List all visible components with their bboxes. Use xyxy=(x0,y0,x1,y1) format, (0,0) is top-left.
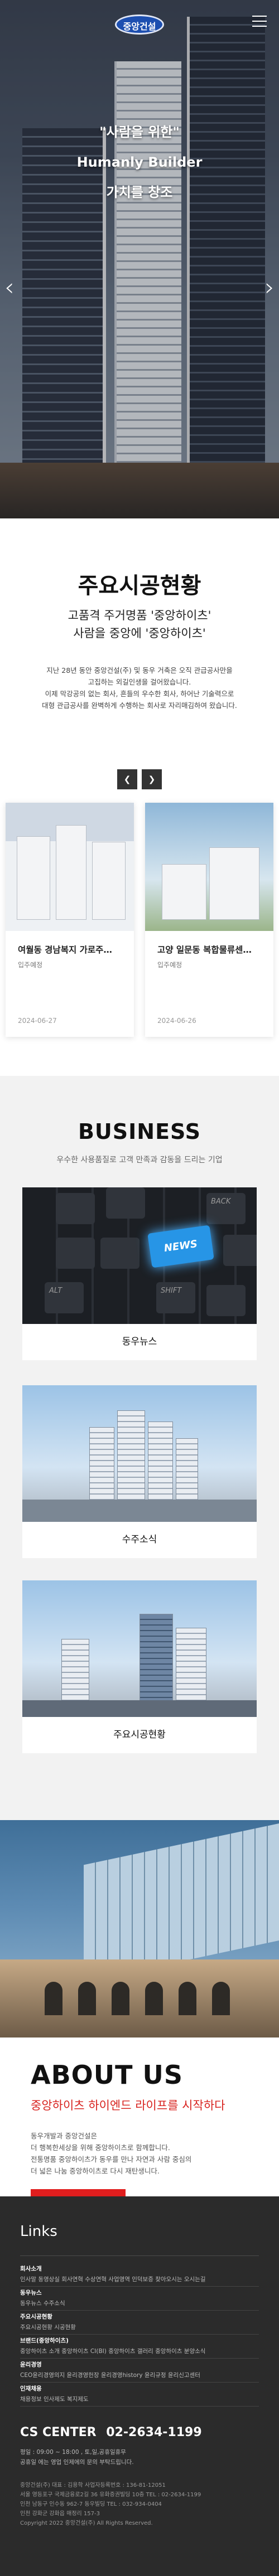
about-section: ABOUT US 중앙하이츠 하이엔드 라이프를 시작하다 동우개발과 중앙건설… xyxy=(0,2037,279,2215)
orders-towers-image xyxy=(22,1385,257,1522)
footer-link-heading[interactable]: 브랜드(중앙하이츠) xyxy=(20,2336,259,2346)
project-card[interactable]: 고양 일문동 복합물류센… 입주예정 2024-06-26 xyxy=(145,803,273,1037)
projects-subtitle: 고품격 주거명품 '중앙하이츠' 사람을 중앙에 '중앙하이츠' xyxy=(0,607,279,642)
copyright: Copyright 2022 중앙건설(주) All Rights Reserv… xyxy=(20,2520,153,2526)
footer-link-items[interactable]: 동우뉴스 수주소식 xyxy=(20,2298,259,2311)
projects-subtitle-line-1: 고품격 주거명품 '중앙하이츠' xyxy=(68,609,211,622)
logo-text: 중앙건설 xyxy=(123,21,156,32)
footer-link-heading[interactable]: 주요시공현황 xyxy=(20,2312,259,2322)
footer-link-items[interactable]: 채용정보 인사제도 복지제도 xyxy=(20,2394,259,2407)
project-card[interactable]: 여월동 경남복지 가로주… 입주예정 2024-06-27 xyxy=(6,803,134,1037)
about-text: 동우개발과 중앙건설은 더 행복한세상을 위해 중앙하이츠로 함께합니다. 전통… xyxy=(31,2130,279,2177)
about-text-line-4: 더 넓은 나눔 중앙하이츠로 다시 재탄생니다. xyxy=(31,2167,160,2175)
project-image xyxy=(6,803,134,931)
business-card-news[interactable]: BACK ALT SHIFT NEWS 동우뉴스 xyxy=(22,1187,257,1360)
hero-banner: 중앙건설 "사람을 위한" Humanly Builder 가치를 창조 ‹ › xyxy=(0,0,279,518)
business-title: BUSINESS xyxy=(78,1119,201,1144)
footer-link-items[interactable]: 주요시공현황 시공현황 xyxy=(20,2322,259,2335)
cs-center: CS CENTER 02-2634-1199 xyxy=(20,2425,259,2439)
footer-link-heading[interactable]: 인재채용 xyxy=(20,2384,259,2394)
news-keyboard-image: BACK ALT SHIFT NEWS xyxy=(22,1187,257,1324)
hero-line-2: Humanly Builder xyxy=(76,154,203,170)
company-info-line-3: 인천 남동구 인수동 962-7 동우빌딩 TEL : 032-934-0404 xyxy=(20,2501,162,2507)
footer-links: 회사소개 인사말 동영상실 회사연혁 수상연혁 사업영역 인덕보증 찾아오시는 … xyxy=(20,2264,259,2407)
site-logo[interactable]: 중앙건설 xyxy=(112,12,167,37)
news-key: NEWS xyxy=(147,1225,214,1268)
about-building-image xyxy=(0,1820,279,2037)
footer-links-title: Links xyxy=(20,2223,57,2240)
projects-desc-line-3: 이제 막강공의 없는 회사, 흔들의 우수한 회사, 하어난 기술력으로 xyxy=(45,690,234,698)
hero-copy: "사람을 위한" Humanly Builder 가치를 창조 xyxy=(0,117,279,207)
projects-subtitle-line-2: 사람을 중앙에 '중앙하이츠' xyxy=(73,627,206,640)
projects-desc-line-1: 지난 28년 동안 중앙건설(주) 및 동우 거축은 오직 관급공사만을 xyxy=(46,666,233,675)
hero-prev-arrow-icon[interactable]: ‹ xyxy=(4,273,15,302)
footer-link-items[interactable]: 인사말 동영상실 회사연혁 수상연혁 사업영역 인덕보증 찾아오시는 오시는길 xyxy=(20,2274,259,2287)
projects-desc-line-2: 고집하는 외길인생을 걸어왔습니다. xyxy=(88,678,191,686)
company-info-line-4: 인천 강화군 강화읍 매정리 157-3 xyxy=(20,2511,100,2517)
about-text-line-2: 더 행복한세상을 위해 중앙하이츠로 함께합니다. xyxy=(31,2143,170,2152)
project-image xyxy=(145,803,273,931)
project-date: 2024-06-26 xyxy=(157,1017,196,1025)
company-info-line-2: 서울 영등포구 국제금융로2길 36 유화증권빌딩 10층 TEL : 02-2… xyxy=(20,2492,201,2498)
cs-center-phone[interactable]: 02-2634-1199 xyxy=(106,2425,201,2439)
hours-line-1: 평일 : 09:00 ~ 18:00 , 토,일,공휴일휴무 xyxy=(20,2449,126,2456)
company-info: 중앙건설(주) 대표 : 김용학 사업자등록번호 : 136-81-12051 … xyxy=(20,2481,259,2528)
footer-link-items[interactable]: CEO윤리경영의지 윤리경영헌장 윤리경영history 윤리규정 윤리신고센터 xyxy=(20,2370,259,2383)
projects-next-button[interactable]: ❯ xyxy=(142,769,162,789)
page: 중앙건설 "사람을 위한" Humanly Builder 가치를 창조 ‹ ›… xyxy=(0,0,279,2576)
business-subtitle: 우수한 사용품질로 고객 만족과 감동을 드리는 기업 xyxy=(56,1156,223,1165)
projects-section: 주요시공현황 고품격 주거명품 '중앙하이츠' 사람을 중앙에 '중앙하이츠' … xyxy=(0,518,279,1076)
footer-link-heading[interactable]: 동우뉴스 xyxy=(20,2288,259,2298)
hero-next-arrow-icon[interactable]: › xyxy=(264,273,275,302)
project-status: 입주예정 xyxy=(18,961,43,969)
projects-slider-nav: ❮ ❯ xyxy=(117,769,162,789)
business-card-orders[interactable]: 수주소식 xyxy=(22,1385,257,1558)
business-section: BUSINESS 우수한 사용품질로 고객 만족과 감동을 드리는 기업 BAC… xyxy=(0,1076,279,1820)
about-title: ABOUT US xyxy=(31,2060,183,2090)
business-card-label: 수주소식 xyxy=(122,1534,157,1545)
footer-divider xyxy=(20,2255,259,2256)
footer-link-heading[interactable]: 회사소개 xyxy=(20,2264,259,2274)
hero-line-3: 가치를 창조 xyxy=(106,185,173,200)
project-date: 2024-06-27 xyxy=(18,1017,57,1025)
project-title: 여월동 경남복지 가로주… xyxy=(18,945,112,955)
projects-title: 주요시공현황 xyxy=(78,573,201,599)
footer: Links 회사소개 인사말 동영상실 회사연혁 수상연혁 사업영역 인덕보증 … xyxy=(0,2196,279,2576)
hamburger-menu-icon[interactable] xyxy=(252,16,267,27)
hours-line-2: 공휴일 에는 영업 인제에의 문의 부탁드립니다. xyxy=(20,2459,134,2466)
project-title: 고양 일문동 복합물류센… xyxy=(157,945,252,955)
footer-link-items[interactable]: 중앙하이츠 소개 중앙하이츠 CI(BI) 중앙하이츠 갤러리 중앙하이츠 분양… xyxy=(20,2346,259,2359)
project-status: 입주예정 xyxy=(157,961,182,969)
about-tagline: 중앙하이츠 하이엔드 라이프를 시작하다 xyxy=(31,2099,225,2112)
about-text-line-3: 전통명품 중앙하이츠가 동우를 만나 자연과 사람 중심의 xyxy=(31,2155,192,2163)
projects-description: 지난 28년 동안 중앙건설(주) 및 동우 거축은 오직 관급공사만을 고집하… xyxy=(0,664,279,711)
cs-center-label: CS CENTER xyxy=(20,2425,97,2439)
business-card-construction[interactable]: 주요시공현황 xyxy=(22,1580,257,1753)
construction-towers-image xyxy=(22,1580,257,1717)
projects-desc-line-4: 대형 관급공사를 완벽하게 수행하는 회사로 자리매김하여 왔습니다. xyxy=(42,701,237,710)
projects-prev-button[interactable]: ❮ xyxy=(117,769,137,789)
business-card-label: 주요시공현황 xyxy=(113,1729,166,1740)
about-text-line-1: 동우개발과 중앙건설은 xyxy=(31,2132,97,2140)
footer-link-heading[interactable]: 윤리경영 xyxy=(20,2360,259,2370)
company-info-line-1: 중앙건설(주) 대표 : 김용학 사업자등록번호 : 136-81-12051 xyxy=(20,2482,166,2488)
business-card-label: 동우뉴스 xyxy=(122,1336,157,1347)
hero-line-1: "사람을 위한" xyxy=(99,124,180,140)
business-hours: 평일 : 09:00 ~ 18:00 , 토,일,공휴일휴무 공휴일 에는 영업… xyxy=(20,2447,259,2467)
